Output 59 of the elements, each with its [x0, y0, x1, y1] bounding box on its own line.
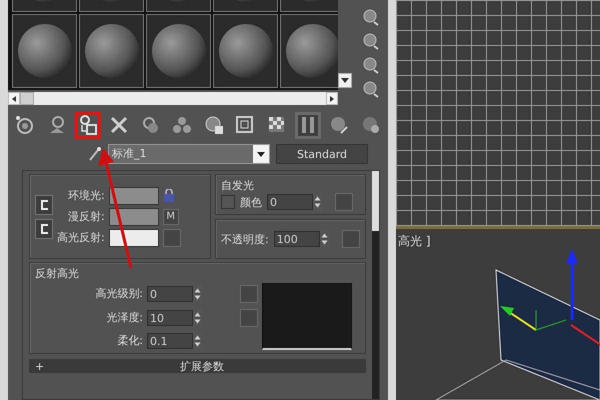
checkbox-label: 颜色 — [240, 194, 262, 210]
material-slot[interactable] — [146, 14, 211, 88]
color-swatch[interactable] — [108, 186, 159, 204]
rollout-title: 扩展参数 — [178, 358, 225, 374]
bracket-icon — [39, 198, 49, 210]
material-slot[interactable] — [79, 14, 144, 88]
checker-icon — [266, 115, 287, 135]
scroll-thumb[interactable] — [20, 92, 34, 105]
field-label: 高光级别: — [94, 286, 143, 301]
vertical-scrollbar[interactable] — [372, 171, 379, 399]
lock-button[interactable] — [35, 194, 53, 214]
number-field[interactable]: 0 — [267, 194, 313, 210]
material-slot[interactable] — [213, 14, 278, 88]
dropdown-arrow-icon — [257, 152, 265, 156]
down-arrow-icon — [341, 78, 350, 83]
spinner-arrows-icon[interactable] — [313, 194, 322, 210]
material-name-field[interactable]: 标准_1 — [108, 144, 270, 164]
right-arrow-icon — [329, 96, 335, 102]
number-field[interactable]: 0 — [147, 286, 193, 302]
swatch-label: 环境光: — [67, 188, 105, 203]
toolbar-button[interactable] — [294, 112, 322, 138]
sphere-pair-icon — [360, 115, 381, 135]
color-swatch[interactable] — [108, 208, 159, 226]
sphere-line-icon — [329, 115, 350, 135]
sphere-square-icon — [204, 115, 224, 135]
field-label: 柔化: — [116, 333, 143, 348]
number-field[interactable]: 10 — [147, 310, 193, 326]
swatch-label: 漫反射: — [67, 209, 105, 224]
spheres-overlap-icon — [140, 115, 161, 135]
scroll-down-button[interactable] — [338, 73, 352, 88]
square-frame-icon — [235, 115, 256, 135]
scroll-left-button[interactable] — [8, 92, 20, 105]
rollout-header[interactable]: + 扩展参数 — [29, 359, 366, 373]
eyedropper-icon[interactable] — [88, 146, 102, 162]
number-field[interactable]: 0.1 — [147, 332, 193, 348]
bracket-icon — [39, 222, 49, 234]
material-slot[interactable] — [12, 14, 77, 88]
field-label: 光泽度: — [105, 310, 143, 325]
group-title: 反射高光 — [35, 266, 80, 281]
material-type-button[interactable]: Standard — [276, 144, 368, 164]
lock-button[interactable] — [35, 218, 53, 238]
field-label: 不透明度: — [221, 232, 269, 246]
material-slot[interactable] — [280, 14, 338, 88]
group-title: 自发光 — [221, 178, 255, 193]
left-arrow-icon — [11, 96, 17, 102]
swatch-label: 高光反射: — [57, 230, 105, 245]
color-swatch[interactable] — [108, 228, 159, 246]
viewport-label[interactable]: 高光 ] — [396, 229, 600, 250]
number-field[interactable]: 100 — [274, 231, 320, 247]
toolbar-button[interactable] — [74, 112, 102, 138]
scroll-right-button[interactable] — [326, 92, 338, 105]
expand-sign: + — [35, 360, 44, 372]
map-button[interactable]: M — [162, 208, 179, 224]
sphere-box-icon — [78, 115, 98, 135]
close-icon — [109, 115, 130, 135]
grid-viewport[interactable] — [396, 0, 600, 229]
three-spheres-icon — [172, 115, 192, 135]
checkbox[interactable] — [221, 195, 235, 209]
lock-icon[interactable] — [162, 188, 175, 202]
